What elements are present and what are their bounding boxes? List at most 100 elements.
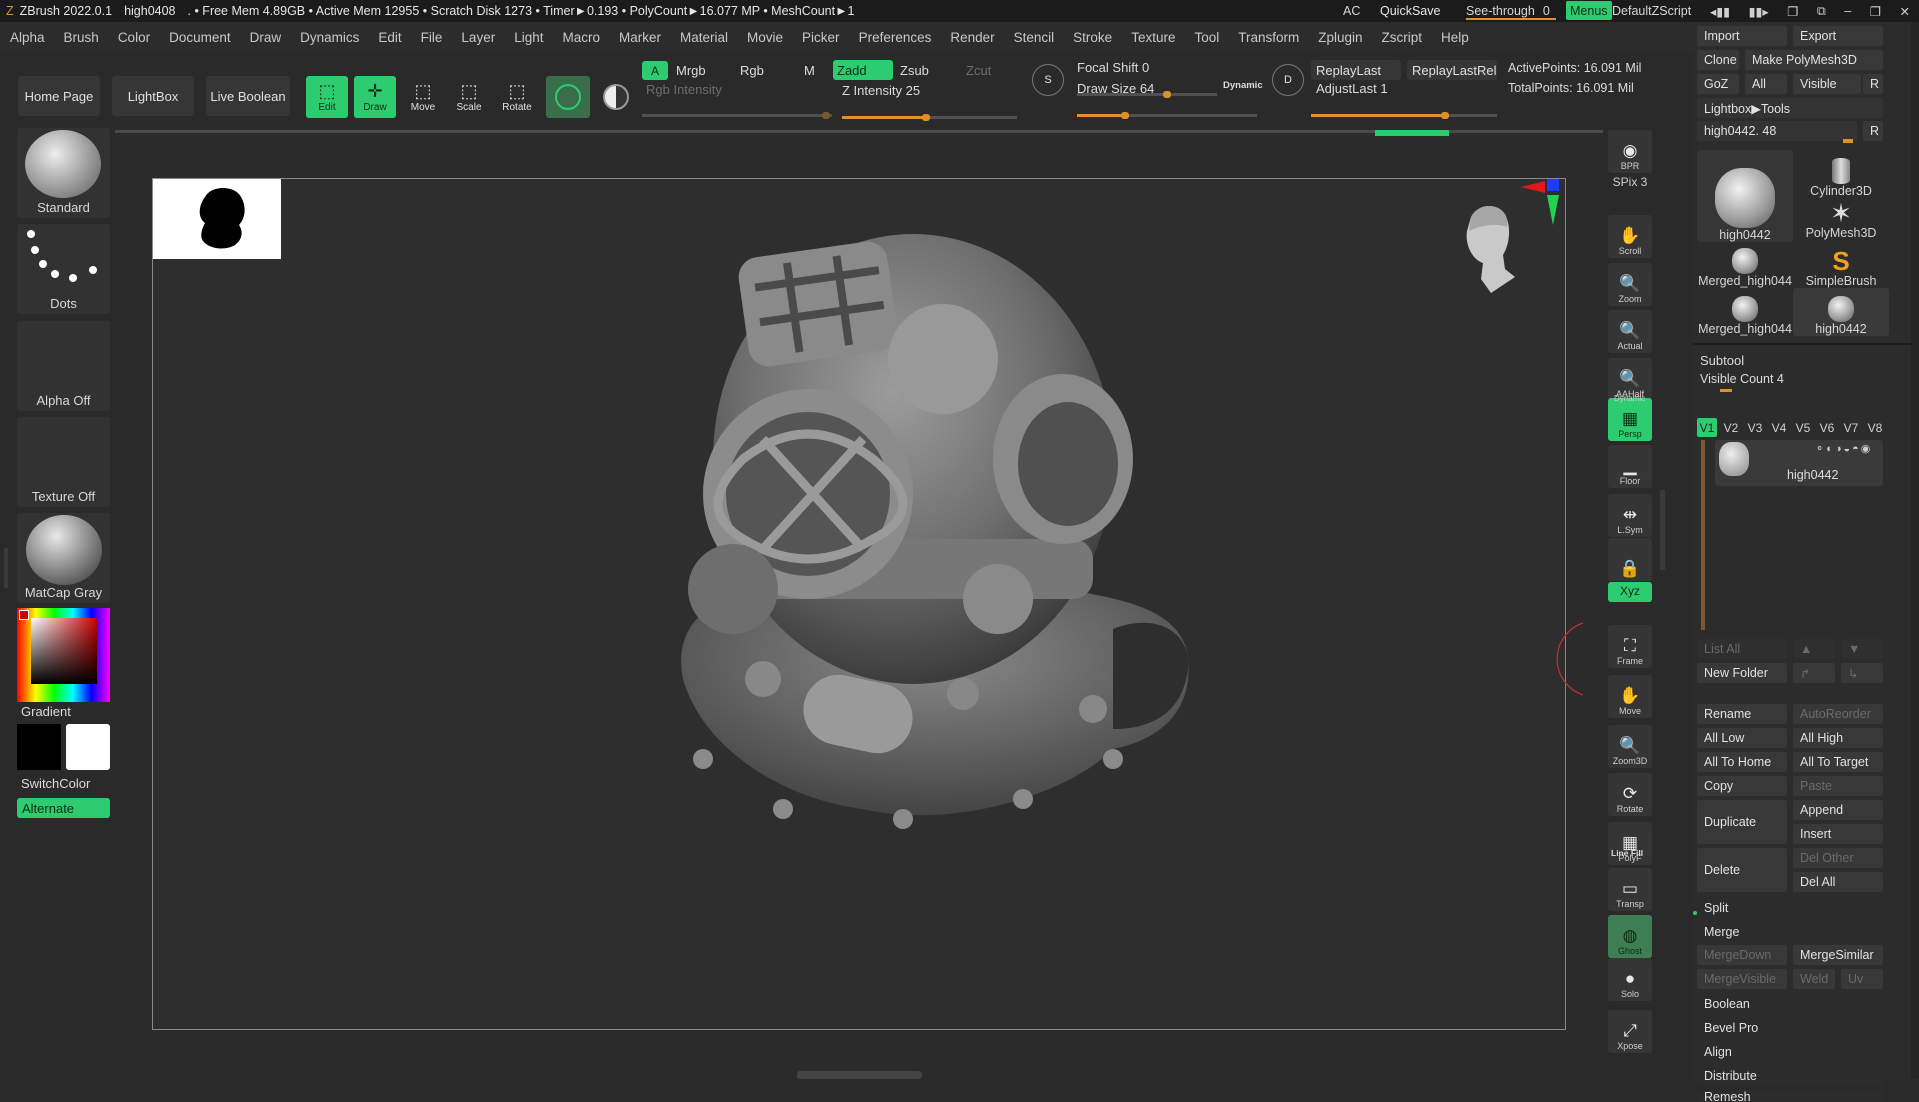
secondary-color-swatch[interactable] (66, 724, 110, 770)
restore-icon[interactable]: ❐ (1870, 4, 1881, 19)
tool-thumb[interactable]: ✶ PolyMesh3D (1793, 192, 1889, 240)
menu-layer[interactable]: Layer (451, 30, 504, 45)
duplicate-button[interactable]: Duplicate (1697, 800, 1787, 844)
polyf-button[interactable]: ▦ PolyF (1608, 822, 1652, 865)
rgb-intensity-knob[interactable] (822, 112, 830, 119)
edit-mode-button[interactable]: ⬚ Edit (306, 76, 348, 118)
menus-toggle[interactable]: Menus (1566, 1, 1612, 20)
alpha-slot[interactable]: Alpha Off (17, 321, 110, 411)
all-to-home-button[interactable]: All To Home (1697, 752, 1787, 772)
export-button[interactable]: Export (1793, 26, 1883, 46)
m-button[interactable]: M (804, 63, 815, 78)
stroke-slot[interactable]: Dots (17, 224, 110, 314)
main-color-swatch[interactable] (17, 724, 61, 770)
menu-edit[interactable]: Edit (368, 30, 410, 45)
close-icon[interactable]: ✕ (1900, 4, 1910, 19)
delete-button[interactable]: Delete (1697, 848, 1787, 892)
split-menu[interactable]: Split (1697, 898, 1883, 918)
visibility-set-tab[interactable]: V5 (1793, 418, 1813, 437)
solo-button[interactable]: ● Solo (1608, 958, 1652, 1001)
goz-button[interactable]: GoZ (1697, 74, 1739, 94)
brush-slot[interactable]: Standard (17, 128, 110, 218)
lightbox-button[interactable]: LightBox (112, 76, 194, 116)
merge-menu[interactable]: Merge (1697, 922, 1883, 942)
zoom-button[interactable]: 🔍 Zoom (1608, 263, 1652, 306)
focal-shift-slider[interactable]: Focal Shift 0 (1077, 60, 1149, 75)
lightbox-tools-button[interactable]: Lightbox▶Tools (1697, 98, 1883, 118)
default-zscript-button[interactable]: DefaultZScript (1612, 0, 1691, 22)
tool-thumb[interactable]: Cylinder3D (1793, 150, 1889, 198)
menu-material[interactable]: Material (670, 30, 737, 45)
window-cascade-icon[interactable]: ⧉ (1817, 4, 1826, 19)
subtool-item[interactable]: ⚬◐◑◒◓◉ high0442 (1715, 440, 1883, 486)
subtool-visibility-icons[interactable]: ⚬◐◑◒◓◉ (1815, 442, 1883, 455)
folder-in-icon[interactable]: ↱ (1793, 663, 1835, 683)
replaylastrel-button[interactable]: ReplayLastRel (1407, 60, 1497, 80)
current-tool-knob[interactable] (1843, 139, 1853, 143)
goz-visible-button[interactable]: Visible (1793, 74, 1861, 94)
draw-size-slider[interactable]: Draw Size 64 (1077, 81, 1154, 96)
move-up-icon[interactable]: ▲ (1793, 639, 1835, 659)
mergedown-button[interactable]: MergeDown (1697, 945, 1787, 965)
visibility-set-tab[interactable]: V3 (1745, 418, 1765, 437)
make-polymesh-button[interactable]: Make PolyMesh3D (1745, 50, 1883, 70)
frame-button[interactable]: ⛶ Frame (1608, 625, 1652, 668)
layout-left-icon[interactable]: ◂▮▮ (1710, 4, 1730, 19)
scroll-button[interactable]: ✋ Scroll (1608, 215, 1652, 258)
menu-marker[interactable]: Marker (609, 30, 670, 45)
insert-button[interactable]: Insert (1793, 824, 1883, 844)
goz-all-button[interactable]: All (1745, 74, 1787, 94)
minimize-icon[interactable]: – (1844, 4, 1851, 18)
mrgb-button[interactable]: Mrgb (676, 63, 706, 78)
replaylast-button[interactable]: ReplayLast (1311, 60, 1401, 80)
paste-button[interactable]: Paste (1793, 776, 1883, 796)
actual-button[interactable]: 🔍 Actual (1608, 310, 1652, 353)
zoom3d-button[interactable]: 🔍 Zoom3D (1608, 725, 1652, 768)
append-button[interactable]: Append (1793, 800, 1883, 820)
quicksave-button[interactable]: QuickSave (1380, 0, 1440, 22)
menu-document[interactable]: Document (159, 30, 240, 45)
copy-button[interactable]: Copy (1697, 776, 1787, 796)
canvas-top-scrollbar[interactable] (115, 130, 1603, 136)
dynamic-button[interactable]: Dynamic (1223, 80, 1263, 91)
menu-help[interactable]: Help (1431, 30, 1478, 45)
menu-preferences[interactable]: Preferences (849, 30, 941, 45)
all-high-button[interactable]: All High (1793, 728, 1883, 748)
rgb-intensity-label[interactable]: Rgb Intensity (646, 82, 722, 97)
color-picker[interactable] (17, 608, 110, 702)
tool-thumb[interactable]: high0442 (1793, 288, 1889, 336)
focal-s-icon[interactable]: S (1032, 64, 1064, 96)
goz-r-button[interactable]: R (1863, 74, 1883, 94)
draw-size-track[interactable] (1077, 112, 1257, 119)
layout-right-icon[interactable]: ▮▮▸ (1749, 4, 1769, 19)
del-all-button[interactable]: Del All (1793, 872, 1883, 892)
rotate-mode-button[interactable]: ⬚ Rotate (496, 76, 538, 118)
all-low-button[interactable]: All Low (1697, 728, 1787, 748)
menu-draw[interactable]: Draw (240, 30, 291, 45)
adjustlast-knob[interactable] (1441, 112, 1449, 119)
subtool-list-scrollbar[interactable] (1701, 440, 1705, 630)
color-sphere-button[interactable] (596, 76, 636, 118)
diving-helmet-model[interactable] (643, 209, 1203, 829)
menu-stencil[interactable]: Stencil (1004, 30, 1064, 45)
draw-mode-button[interactable]: ✛ Draw (354, 76, 396, 118)
move-down-icon[interactable]: ▼ (1841, 639, 1883, 659)
spix-button[interactable]: SPix 3 (1608, 172, 1652, 194)
tool-thumb[interactable]: Merged_high044 (1697, 288, 1793, 336)
focal-shift-knob[interactable] (1163, 91, 1171, 98)
z-intensity-slider[interactable]: Z Intensity 25 (842, 83, 920, 98)
remesh-menu[interactable]: Remesh (1697, 1090, 1883, 1102)
rgb-intensity-slider[interactable] (642, 112, 832, 119)
texture-slot[interactable]: Texture Off (17, 417, 110, 507)
align-menu[interactable]: Align (1697, 1042, 1883, 1062)
right-shelf-scroll-handle[interactable] (1660, 490, 1665, 570)
bpr-button[interactable]: ◉ BPR (1608, 130, 1652, 173)
color-picker-square[interactable] (31, 618, 97, 684)
window-tile-icon[interactable]: ❐ (1787, 4, 1798, 19)
zsub-button[interactable]: Zsub (900, 63, 929, 78)
move-button[interactable]: ✋ Move (1608, 675, 1652, 718)
tool-thumb[interactable]: high0442 (1697, 150, 1793, 242)
menu-light[interactable]: Light (504, 30, 552, 45)
live-boolean-button[interactable]: Live Boolean (206, 76, 290, 116)
tool-thumb[interactable]: Merged_high044 (1697, 240, 1793, 288)
